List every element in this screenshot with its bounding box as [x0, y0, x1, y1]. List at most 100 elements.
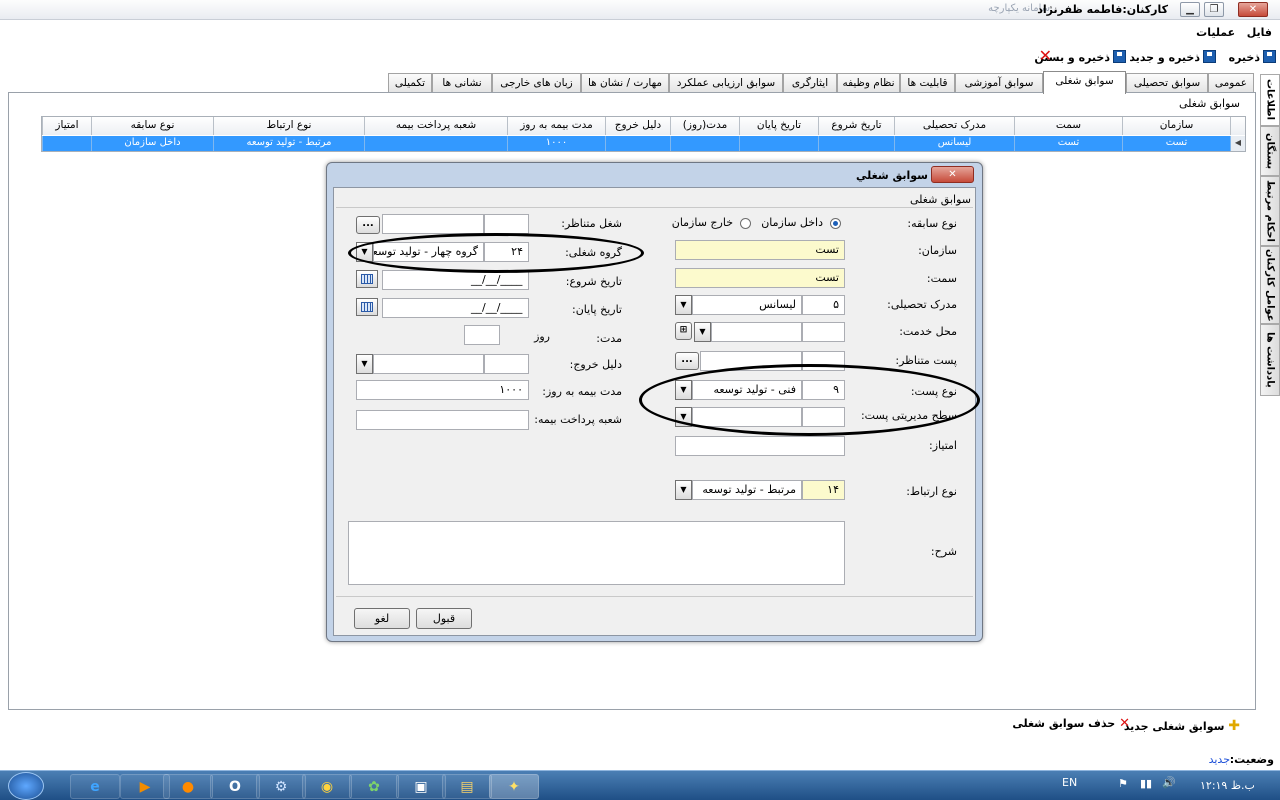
radio-outside-org[interactable] [740, 218, 751, 229]
cancel-button[interactable]: لغو [354, 608, 410, 629]
restore-button[interactable]: ❐ [1204, 2, 1224, 17]
start-date-calendar-icon[interactable] [356, 270, 378, 288]
radio-inside-org[interactable] [830, 218, 841, 229]
duration-field[interactable] [464, 325, 500, 345]
col-organization[interactable]: سازمان [1122, 117, 1230, 135]
tab-abilities[interactable]: قابلیت ها [900, 73, 955, 93]
tree-picker-icon[interactable]: ⊞ [675, 322, 692, 340]
save-button[interactable]: ذخیره [1229, 50, 1276, 64]
score-field[interactable] [675, 436, 845, 456]
table-cell[interactable]: تست [1122, 136, 1230, 151]
taskbar-outlook-icon[interactable]: O [210, 774, 260, 799]
insurance-days-field[interactable]: ۱۰۰۰ [356, 380, 529, 400]
col-end-date[interactable]: تاریخ پایان [739, 117, 818, 135]
ok-button[interactable]: قبول [416, 608, 472, 629]
window-title-bar: سامانه یکپارچه کارکنان:فاطمه ظفرنژاد ▁ ❐… [0, 0, 1280, 20]
taskbar-ie-icon[interactable]: e [70, 774, 120, 799]
equiv-job-code[interactable] [484, 214, 529, 234]
col-insurance-branch[interactable]: شعبه پرداخت بیمه [364, 117, 507, 135]
organization-field[interactable]: تست [675, 240, 845, 260]
clock[interactable]: ب.ظ ۱۲:۱۹ [1200, 779, 1255, 792]
col-start-date[interactable]: تاریخ شروع [818, 117, 894, 135]
table-cell[interactable] [364, 136, 507, 151]
side-tab-info[interactable]: اطلاعات [1260, 74, 1280, 126]
degree-dropdown[interactable]: ▼ [675, 295, 692, 315]
taskbar-chrome-icon[interactable]: ◉ [302, 774, 352, 799]
side-tab-orders[interactable]: احکام مرتبط [1260, 176, 1280, 246]
tab-education[interactable]: سوابق تحصیلی [1126, 73, 1208, 93]
exit-reason-dropdown[interactable]: ▼ [356, 354, 373, 374]
col-exit-reason[interactable]: دلیل خروج [605, 117, 670, 135]
tab-training[interactable]: سوابق آموزشی [955, 73, 1043, 93]
end-date-calendar-icon[interactable] [356, 298, 378, 316]
service-place-code[interactable] [802, 322, 845, 342]
insurance-branch-field[interactable] [356, 410, 529, 430]
col-relation-type[interactable]: نوع ارتباط [213, 117, 364, 135]
taskbar-network-icon[interactable]: ⚙ [256, 774, 306, 799]
relation-code-field[interactable]: ۱۴ [802, 480, 845, 500]
taskbar-active-app-icon[interactable]: ✦ [489, 774, 539, 799]
tab-performance[interactable]: سوابق ارزیابی عملکرد [669, 73, 783, 93]
taskbar-window-icon[interactable]: ▣ [396, 774, 446, 799]
service-place-dropdown[interactable]: ▼ [694, 322, 711, 342]
start-button[interactable] [8, 772, 44, 800]
tab-addresses[interactable]: نشانی ها [432, 73, 492, 93]
description-field[interactable] [348, 521, 845, 585]
table-cell[interactable] [670, 136, 739, 151]
relation-name-field[interactable]: مرتبط - تولید توسعه [692, 480, 802, 500]
minimize-button[interactable]: ▁ [1180, 2, 1200, 17]
start-date-field[interactable]: __/__/____ [382, 270, 529, 290]
menu-file[interactable]: فایل [1247, 26, 1272, 39]
table-cell[interactable]: مرتبط - تولید توسعه [213, 136, 364, 151]
table-cell[interactable] [818, 136, 894, 151]
relation-type-dropdown[interactable]: ▼ [675, 480, 692, 500]
exit-reason-field[interactable] [373, 354, 484, 374]
equiv-job-browse-button[interactable]: ... [356, 216, 380, 234]
language-indicator[interactable]: EN [1062, 776, 1077, 789]
save-new-button[interactable]: ذخیره و جدید [1129, 50, 1216, 64]
tab-veteran[interactable]: ایثارگری [783, 73, 837, 93]
side-tab-factors[interactable]: عوامل کارکنان [1260, 246, 1280, 324]
tray-flag-icon[interactable]: ⚑ [1118, 777, 1128, 790]
equiv-job-field[interactable] [382, 214, 484, 234]
tab-languages[interactable]: زبان های خارجی [492, 73, 581, 93]
menu-operations[interactable]: عملیات [1196, 26, 1235, 39]
tray-volume-icon[interactable]: 🔊 [1162, 776, 1176, 789]
end-date-field[interactable]: __/__/____ [382, 298, 529, 318]
side-tab-notes[interactable]: یادداشت ها [1260, 324, 1280, 396]
col-duration[interactable]: مدت(روز) [670, 117, 739, 135]
delete-job-history-button[interactable]: ✕ حذف سوابق شغلی [1012, 716, 1130, 731]
table-cell[interactable] [605, 136, 670, 151]
exit-reason-code[interactable] [484, 354, 529, 374]
taskbar-firefox-icon[interactable]: ● [163, 774, 213, 799]
degree-code-field[interactable]: ۵ [802, 295, 845, 315]
table-cell[interactable] [42, 136, 91, 151]
service-place-field[interactable] [711, 322, 802, 342]
table-cell[interactable]: تست [1014, 136, 1122, 151]
dialog-close-button[interactable]: ✕ [931, 166, 974, 183]
add-job-history-button[interactable]: ✚ سوابق شغلی جدید [1124, 718, 1240, 734]
close-window-button[interactable]: ✕ [1238, 2, 1268, 17]
col-insurance-days[interactable]: مدت بیمه به روز [507, 117, 605, 135]
cancel-toolbar-button[interactable]: ✕ [1039, 46, 1052, 65]
table-cell[interactable]: داخل سازمان [91, 136, 213, 151]
tab-general[interactable]: عمومی [1208, 73, 1254, 93]
tab-military[interactable]: نظام وظیفه [837, 73, 900, 93]
table-cell[interactable] [739, 136, 818, 151]
tab-complementary[interactable]: تکمیلی [388, 73, 432, 93]
table-cell[interactable]: ۱۰۰۰ [507, 136, 605, 151]
col-position[interactable]: سمت [1014, 117, 1122, 135]
degree-name-field[interactable]: لیسانس [692, 295, 802, 315]
taskbar-folder-icon[interactable]: ▤ [442, 774, 492, 799]
taskbar-app-icon[interactable]: ✿ [349, 774, 399, 799]
tab-skills[interactable]: مهارت / نشان ها [581, 73, 669, 93]
col-score[interactable]: امتیاز [42, 117, 91, 135]
col-degree[interactable]: مدرک تحصیلی [894, 117, 1014, 135]
equiv-post-browse-button[interactable]: ... [675, 352, 699, 370]
side-tab-relatives[interactable]: بستگان [1260, 126, 1280, 176]
table-cell[interactable]: لیسانس [894, 136, 1014, 151]
tab-job-history[interactable]: سوابق شغلی [1043, 71, 1126, 94]
tray-signal-icon[interactable]: ▮▮ [1140, 777, 1152, 790]
position-field[interactable]: تست [675, 268, 845, 288]
col-record-type[interactable]: نوع سابقه [91, 117, 213, 135]
